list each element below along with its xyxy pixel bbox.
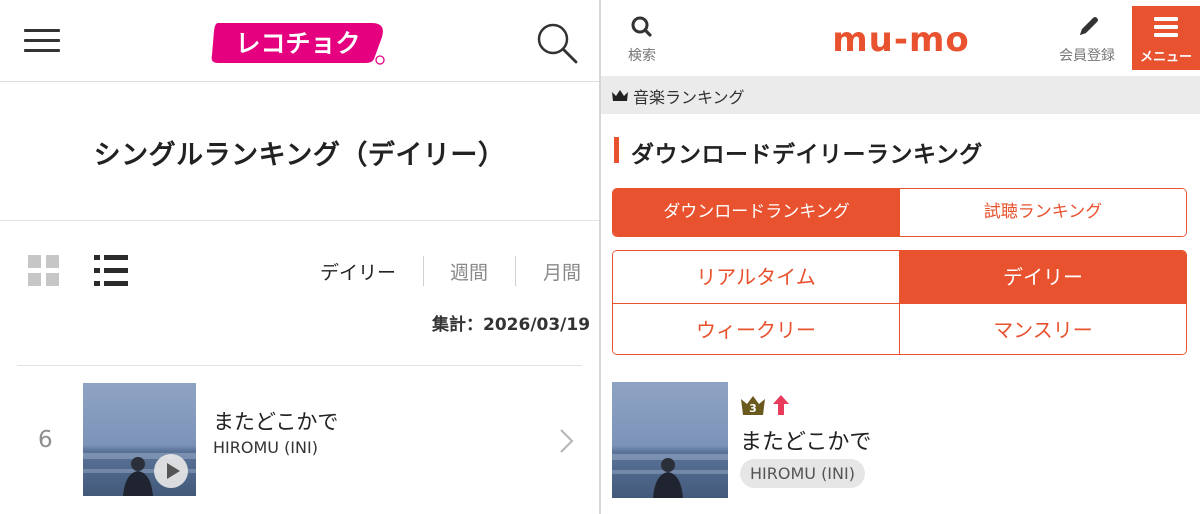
jacket-image xyxy=(612,382,728,498)
member-register-label: 会員登録 xyxy=(1059,48,1115,64)
rank-number: 3 xyxy=(749,402,757,415)
artist-tag[interactable]: HIROMU (INI) xyxy=(740,459,865,488)
search-label: 検索 xyxy=(628,48,656,64)
period-tabs: リアルタイム デイリー ウィークリー マンスリー xyxy=(612,250,1187,355)
menu-button[interactable]: メニュー xyxy=(1132,6,1200,70)
mumo-logo[interactable]: mu-mo xyxy=(821,20,981,60)
page-title: シングルランキング（デイリー） xyxy=(93,140,506,171)
search-icon[interactable] xyxy=(536,22,578,64)
ranking-type-tabs: ダウンロードランキング 試聴ランキング xyxy=(612,188,1187,237)
menu-label: メニュー xyxy=(1139,50,1192,65)
period-weekly[interactable]: 週間 xyxy=(450,258,488,285)
crown-icon xyxy=(612,90,628,101)
page-heading: ダウンロードデイリーランキング xyxy=(631,142,983,168)
period-daily[interactable]: デイリー xyxy=(320,258,396,285)
row-divider xyxy=(17,365,582,366)
tab-realtime[interactable]: リアルタイム xyxy=(613,251,899,303)
recochoku-logo[interactable]: レコチョク xyxy=(208,19,388,65)
logo-text: レコチョク xyxy=(235,29,360,58)
header: レコチョク xyxy=(0,0,599,82)
tab-monthly[interactable]: マンスリー xyxy=(900,304,1186,354)
breadcrumb: 音楽ランキング xyxy=(601,76,1200,114)
tab-daily[interactable]: デイリー xyxy=(900,251,1186,303)
title-area: シングルランキング（デイリー） xyxy=(0,83,599,221)
period-monthly[interactable]: 月間 xyxy=(543,258,581,285)
tab-preview-ranking[interactable]: 試聴ランキング xyxy=(900,189,1186,236)
tab-weekly[interactable]: ウィークリー xyxy=(613,304,899,354)
search-icon xyxy=(631,16,652,37)
tab-divider xyxy=(613,303,1186,304)
chevron-right-icon[interactable] xyxy=(558,428,574,454)
breadcrumb-label[interactable]: 音楽ランキング xyxy=(633,84,745,108)
heading-accent xyxy=(614,137,619,163)
menu-icon xyxy=(1154,17,1178,37)
artist-name[interactable]: HIROMU (INI) xyxy=(213,438,318,457)
album-jacket[interactable] xyxy=(83,383,196,496)
play-icon[interactable] xyxy=(154,454,188,488)
mumo-panel: 検索 mu-mo 会員登録 メニュー 音楽ランキング ダウンロードデイリーランキ… xyxy=(601,0,1200,514)
rank-number: 6 xyxy=(38,427,53,453)
period-divider xyxy=(515,256,516,286)
member-register-button[interactable]: 会員登録 xyxy=(1056,14,1118,70)
grid-view-icon[interactable] xyxy=(28,255,60,287)
tab-download-ranking[interactable]: ダウンロードランキング xyxy=(613,189,900,236)
hamburger-icon[interactable] xyxy=(24,29,60,53)
search-button[interactable]: 検索 xyxy=(618,14,666,70)
logo-text: mu-mo xyxy=(832,20,970,60)
album-jacket[interactable] xyxy=(612,382,728,498)
list-view-icon[interactable] xyxy=(94,255,128,287)
recochoku-panel: レコチョク シングルランキング（デイリー） デイリー 週間 月間 集計：2026… xyxy=(0,0,599,514)
song-title[interactable]: またどこかで xyxy=(213,406,338,436)
rank-crown-icon: 3 xyxy=(740,395,766,416)
pencil-icon xyxy=(1080,17,1098,35)
arrow-up-icon xyxy=(773,395,789,415)
aggregation-date: 集計：2026/03/19 xyxy=(432,315,591,335)
song-title[interactable]: またどこかで xyxy=(740,424,871,456)
period-divider xyxy=(423,256,424,286)
